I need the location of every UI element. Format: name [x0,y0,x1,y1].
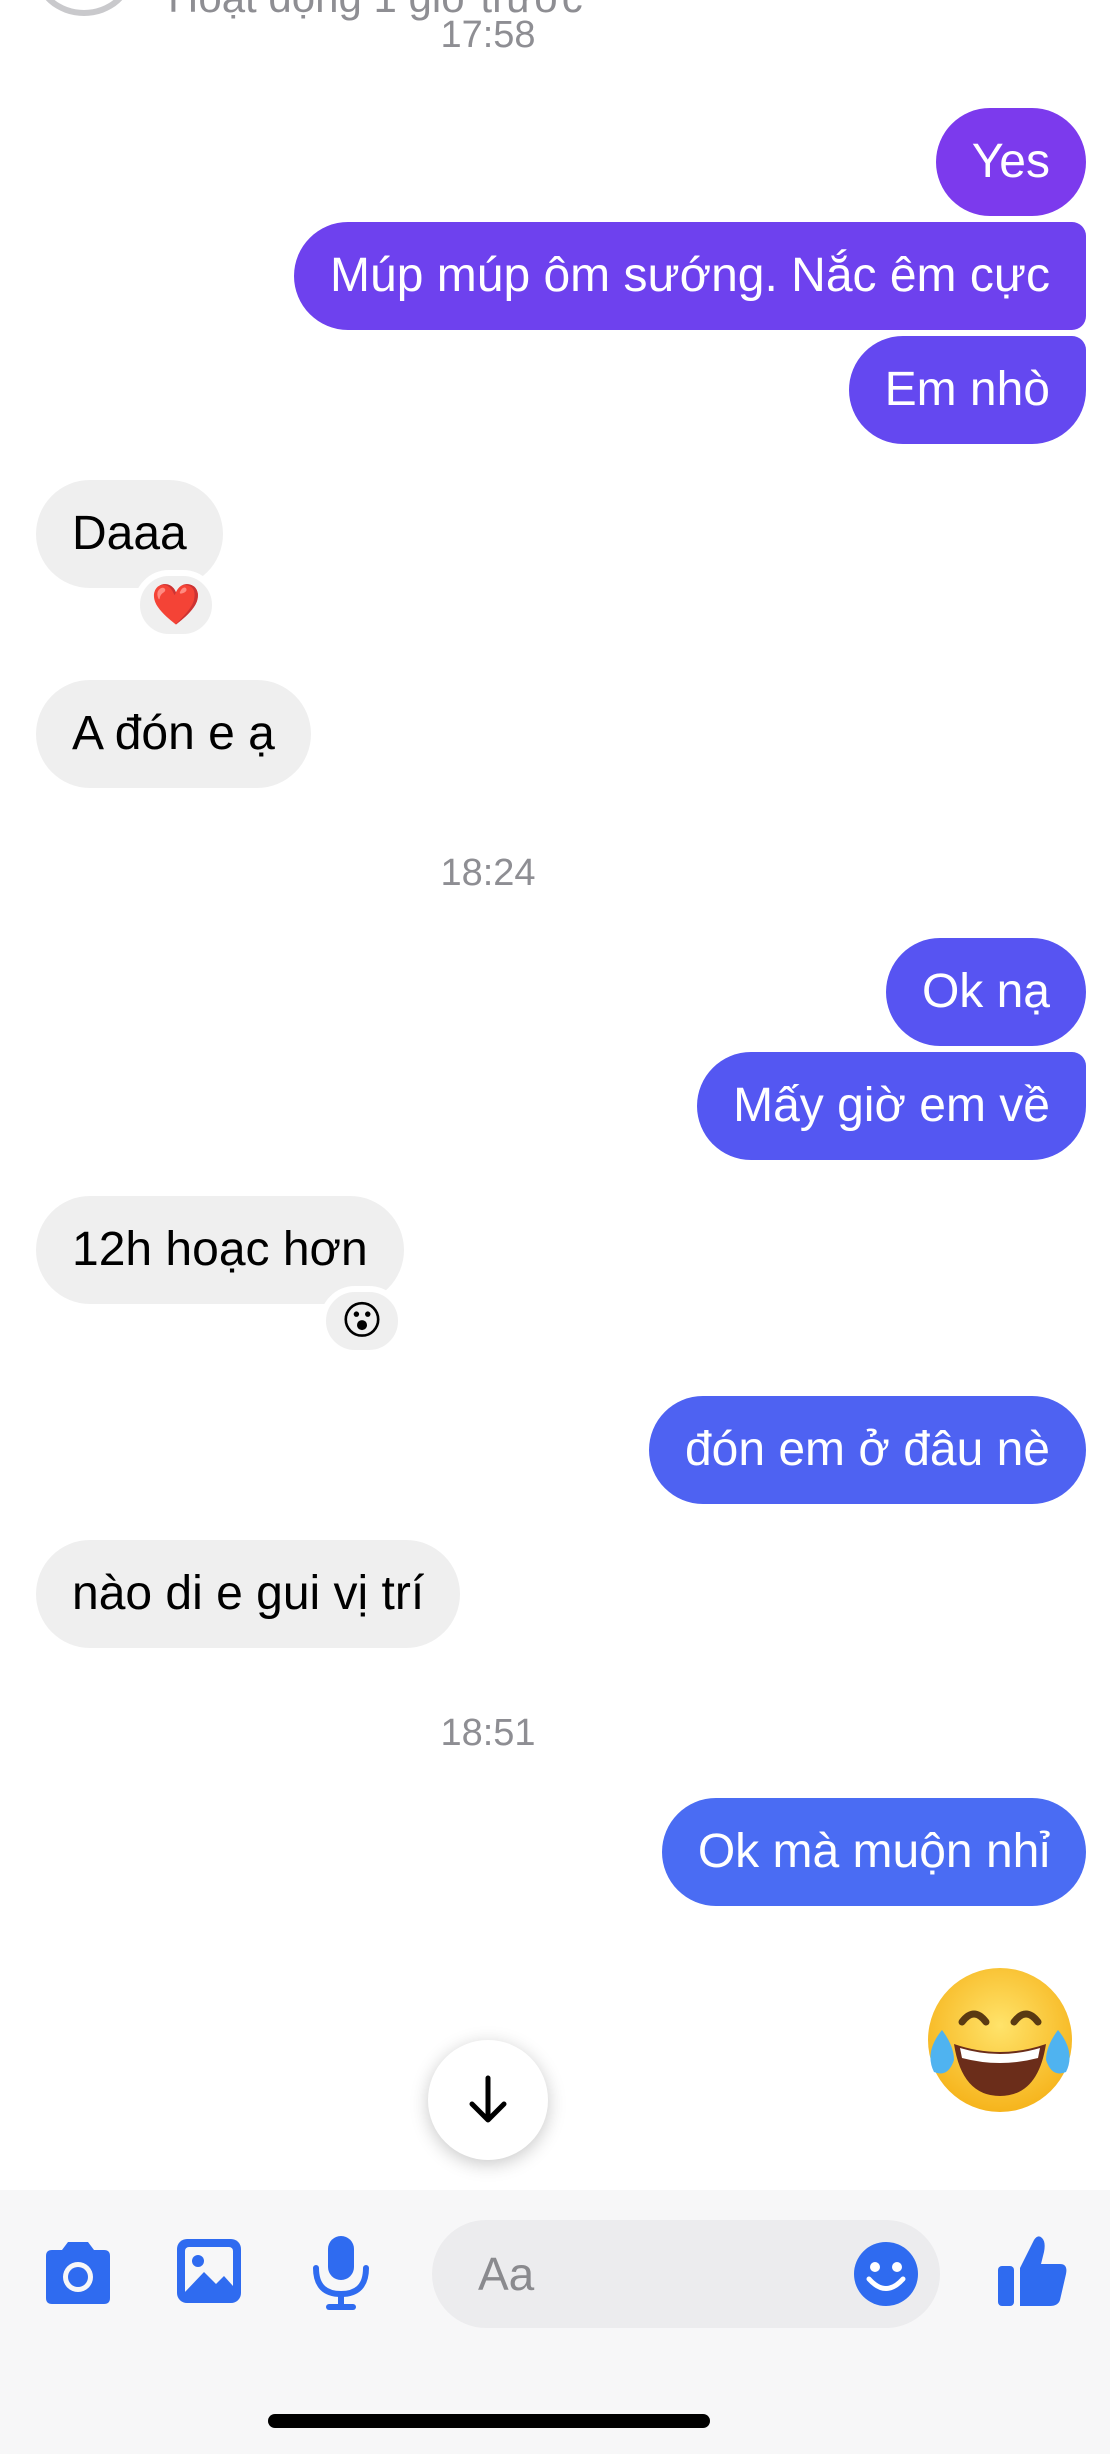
message-outgoing[interactable]: đón em ở đâu nè [648,1396,1086,1504]
emoji-icon[interactable] [852,2240,920,2313]
message-outgoing[interactable]: Ok mà muộn nhỉ [661,1798,1086,1906]
timestamp: 17:58 [440,14,536,56]
face-with-tears-of-joy-icon[interactable] [920,1960,1080,2120]
message-input-placeholder: Aa [478,2248,535,2300]
heart-reaction[interactable]: ❤️ [134,570,218,640]
scroll-to-bottom-button[interactable] [428,2040,548,2160]
timestamp: 18:51 [440,1712,536,1754]
thumbs-up-icon[interactable] [994,2232,1070,2315]
wow-reaction[interactable]: 😮 [320,1286,404,1356]
image-icon[interactable] [174,2236,244,2311]
message-outgoing[interactable]: Ok nạ [885,938,1086,1046]
message-incoming[interactable]: A đón e ạ [36,680,311,788]
message-outgoing[interactable]: Em nhò [848,336,1086,444]
arrow-down-icon [469,2075,507,2123]
microphone-icon[interactable] [310,2232,372,2319]
message-input[interactable]: Aa [432,2220,940,2328]
message-outgoing[interactable]: Múp múp ôm sướng. Nắc êm cực [294,222,1086,330]
camera-icon[interactable] [38,2236,118,2313]
message-outgoing[interactable]: Mấy giờ em về [697,1052,1086,1160]
message-incoming[interactable]: nào di e gui vị trí [36,1540,461,1648]
message-outgoing[interactable]: Yes [935,108,1086,216]
timestamp: 18:24 [440,852,536,894]
home-indicator[interactable] [268,2414,710,2428]
